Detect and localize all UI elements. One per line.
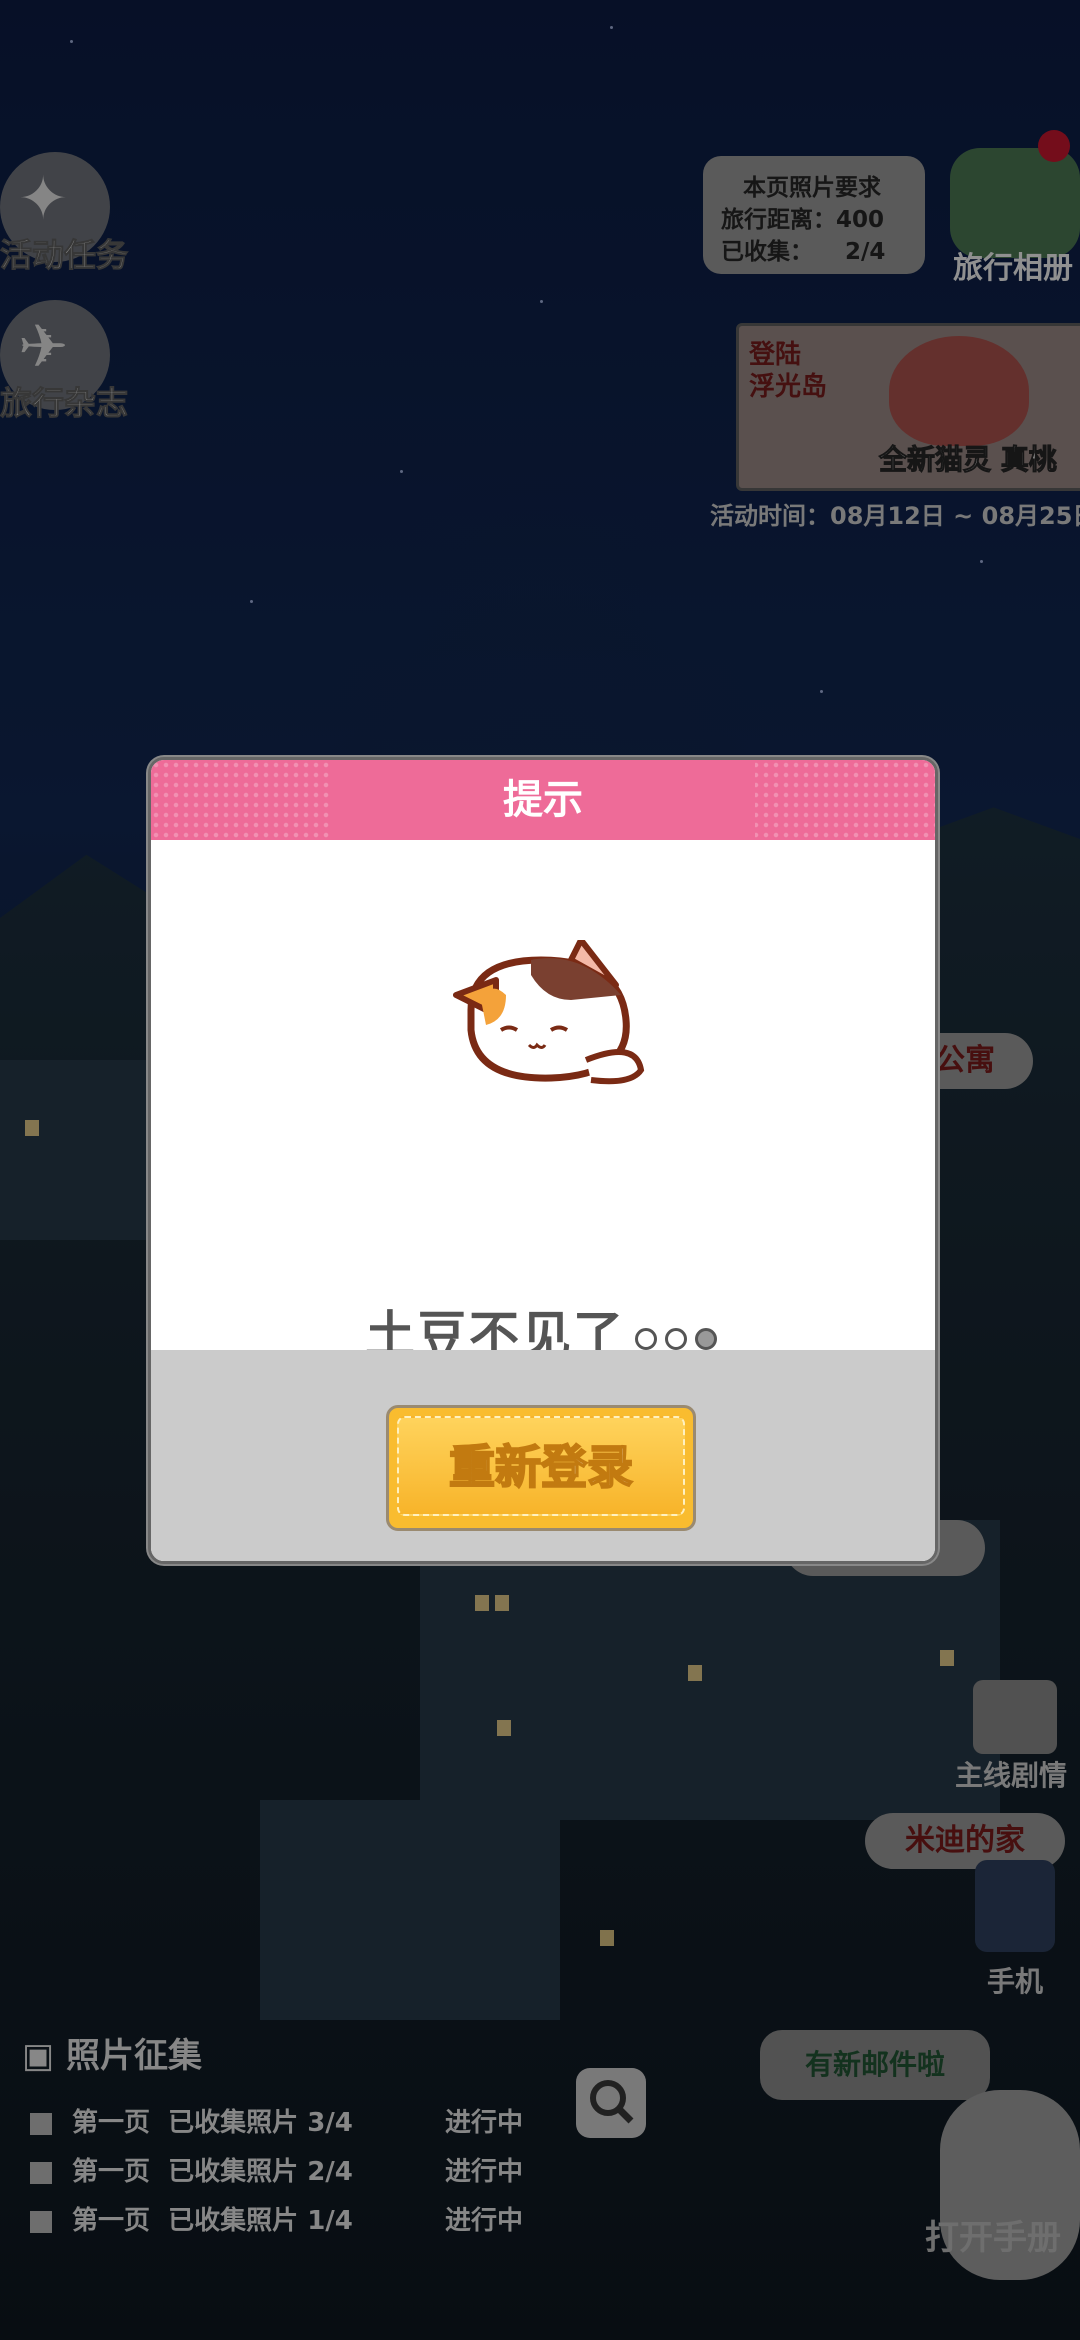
sleeping-cat-icon — [453, 940, 645, 1085]
relogin-label: 重新登录 — [448, 1439, 634, 1495]
dialog-body: 土豆不见了 — [151, 840, 935, 1364]
dialog-header: 提示 — [151, 760, 935, 840]
dialog-title: 提示 — [503, 777, 583, 823]
relogin-button[interactable]: 重新登录 — [386, 1405, 696, 1531]
prompt-dialog: 提示 土豆不见了 重新登录 — [148, 757, 938, 1564]
